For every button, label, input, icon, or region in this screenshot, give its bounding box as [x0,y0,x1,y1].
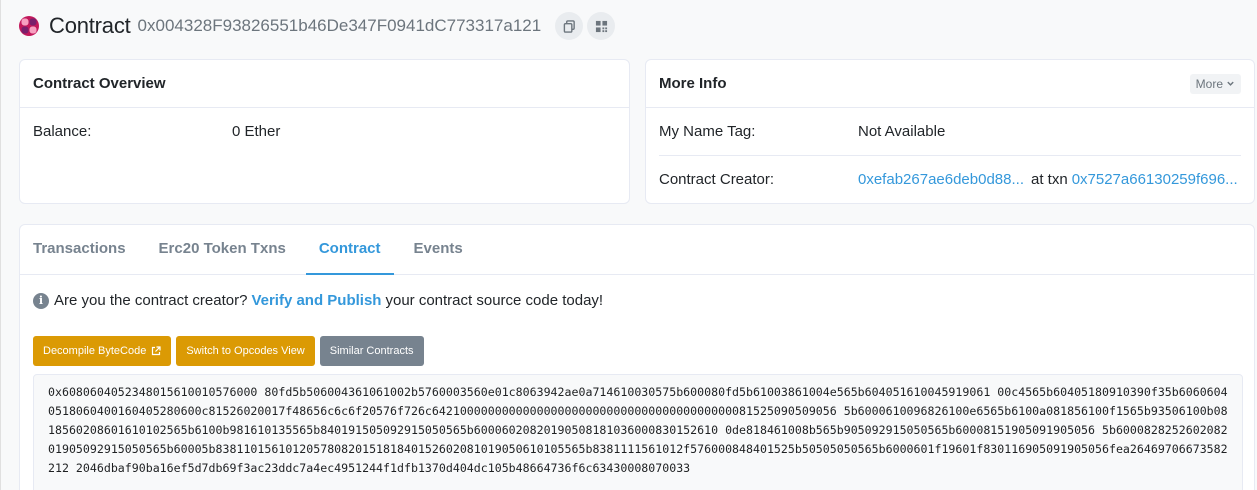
name-tag-value: Not Available [858,123,946,140]
name-tag-label: My Name Tag: [659,123,756,140]
verify-and-publish-link[interactable]: Verify and Publish [251,292,381,309]
contract-tabs-card: Transactions Erc20 Token Txns Contract E… [19,224,1255,490]
external-link-icon [152,346,161,356]
chevron-down-icon [1227,81,1234,86]
creation-txn-link[interactable]: 0x7527a66130259f696... [1072,171,1238,188]
balance-row: Balance: 0 Ether [20,108,629,154]
creator-label: Contract Creator: [659,170,775,188]
qr-code-icon [595,20,607,32]
page-title: Contract [49,13,131,38]
more-info-card: More Info More My Name Tag: Not Availabl… [645,59,1255,204]
card-title: More Info [659,75,727,92]
contract-creator-row: Contract Creator: 0xefab267ae6deb0d88...… [646,156,1254,202]
contract-address: 0x004328F93826551b46De347F0941dC773317a1… [137,16,542,35]
card-title: Contract Overview [33,75,166,92]
more-dropdown-button[interactable]: More [1189,73,1241,94]
copy-address-button[interactable] [555,12,584,40]
copy-icon [563,19,575,33]
contract-identicon [19,16,39,36]
decompile-label: Decompile ByteCode [43,345,147,357]
similar-contracts-button[interactable]: Similar Contracts [319,336,424,366]
bytecode-actions: Decompile ByteCode Switch to Opcodes Vie… [33,336,429,366]
more-info-header: More Info More [646,60,1254,108]
name-tag-row: My Name Tag: Not Available [646,108,1254,155]
page-header: Contract 0x004328F93826551b46De347F0941d… [19,9,616,43]
contract-overview-header: Contract Overview [20,60,629,108]
switch-to-opcodes-button[interactable]: Switch to Opcodes View [176,336,315,366]
tab-erc20-token-txns[interactable]: Erc20 Token Txns [146,225,299,275]
verify-notice: i Are you the contract creator? Verify a… [33,292,603,309]
balance-label: Balance: [33,122,92,140]
at-txn-label: at txn [1031,170,1068,188]
tab-transactions[interactable]: Transactions [20,225,139,275]
notice-prefix: Are you the contract creator? [54,292,248,309]
tab-bar: Transactions Erc20 Token Txns Contract E… [20,225,1254,275]
qr-code-button[interactable] [587,12,616,40]
decompile-bytecode-button[interactable]: Decompile ByteCode [33,336,172,366]
more-button-label: More [1195,76,1223,91]
tab-contract[interactable]: Contract [305,225,394,275]
bytecode-viewer[interactable]: 0x6080604052348015610010576000 80fd5b506… [33,374,1243,490]
balance-value: 0 Ether [232,122,281,140]
contract-overview-card: Contract Overview Balance: 0 Ether [19,59,630,204]
info-icon: i [33,292,49,309]
tab-events[interactable]: Events [401,225,476,275]
notice-suffix: your contract source code today! [385,292,604,309]
creator-address-link[interactable]: 0xefab267ae6deb0d88... [858,171,1024,188]
